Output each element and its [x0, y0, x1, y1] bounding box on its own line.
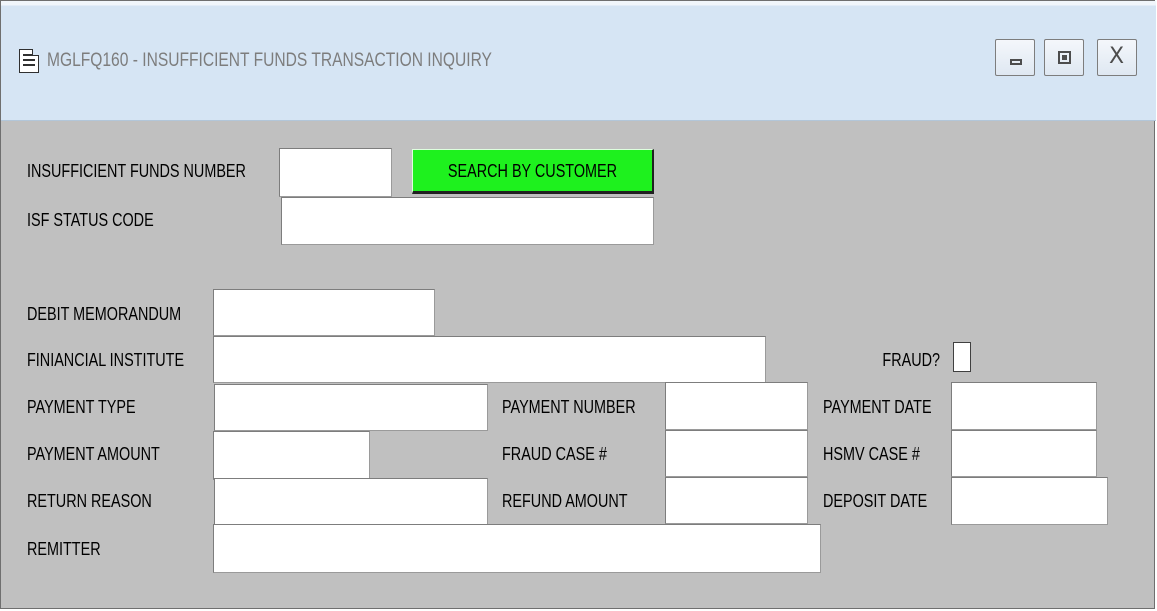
document-icon	[19, 49, 39, 73]
fraud-case-label: FRAUD CASE #	[502, 444, 607, 464]
hsmv-case-label: HSMV CASE #	[823, 444, 920, 464]
payment-number-label: PAYMENT NUMBER	[502, 397, 636, 417]
deposit-date-input[interactable]	[951, 477, 1108, 525]
payment-number-input[interactable]	[665, 382, 808, 430]
return-reason-label: RETURN REASON	[27, 491, 152, 511]
financial-institute-input[interactable]	[213, 336, 766, 383]
app-window: MGLFQ160 - INSUFFICIENT FUNDS TRANSACTIO…	[0, 0, 1156, 609]
fraud-case-input[interactable]	[665, 430, 808, 477]
return-reason-input[interactable]	[214, 478, 488, 525]
deposit-date-label: DEPOSIT DATE	[823, 491, 928, 511]
window-title: MGLFQ160 - INSUFFICIENT FUNDS TRANSACTIO…	[47, 50, 492, 71]
minimize-button[interactable]	[995, 39, 1035, 76]
isf-status-code-input[interactable]	[281, 197, 654, 245]
payment-type-label: PAYMENT TYPE	[27, 397, 136, 417]
payment-amount-input[interactable]	[213, 431, 370, 480]
payment-amount-label: PAYMENT AMOUNT	[27, 444, 160, 464]
minimize-icon	[1010, 59, 1022, 65]
remitter-input[interactable]	[213, 524, 821, 573]
debit-memorandum-input[interactable]	[213, 289, 435, 336]
search-by-customer-label: SEARCH BY CUSTOMER	[447, 160, 618, 181]
title-bar[interactable]: MGLFQ160 - INSUFFICIENT FUNDS TRANSACTIO…	[1, 1, 1156, 121]
payment-date-input[interactable]	[951, 382, 1097, 430]
close-icon: X	[1109, 44, 1125, 69]
refund-amount-input[interactable]	[665, 477, 808, 524]
search-by-customer-button[interactable]: SEARCH BY CUSTOMER	[412, 149, 654, 194]
remitter-label: REMITTER	[27, 539, 101, 559]
close-button[interactable]: X	[1097, 39, 1137, 76]
maximize-button[interactable]	[1044, 39, 1084, 76]
maximize-icon	[1058, 51, 1071, 64]
debit-memorandum-label: DEBIT MEMORANDUM	[27, 304, 182, 324]
insufficient-funds-number-input[interactable]	[279, 148, 392, 197]
hsmv-case-input[interactable]	[951, 430, 1097, 477]
financial-institute-label: FINIANCIAL INSTITUTE	[27, 350, 185, 370]
payment-type-input[interactable]	[214, 384, 488, 431]
fraud-checkbox[interactable]	[953, 342, 971, 372]
refund-amount-label: REFUND AMOUNT	[502, 491, 628, 511]
insufficient-funds-number-label: INSUFFICIENT FUNDS NUMBER	[27, 161, 246, 181]
fraud-label: FRAUD?	[882, 350, 940, 370]
isf-status-code-label: ISF STATUS CODE	[27, 210, 154, 230]
payment-date-label: PAYMENT DATE	[823, 397, 932, 417]
